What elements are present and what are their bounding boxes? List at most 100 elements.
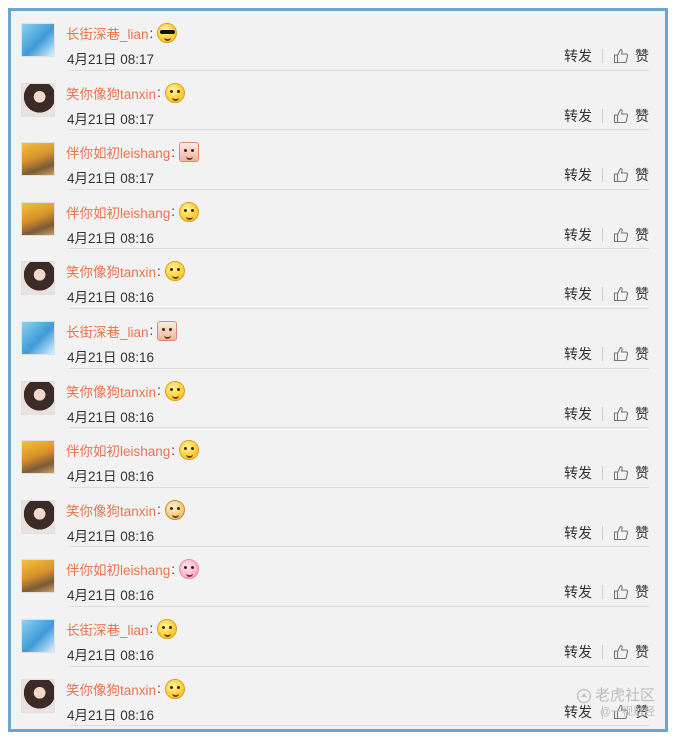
like-button[interactable]: 赞 [613, 344, 649, 364]
like-button[interactable]: 赞 [613, 106, 649, 126]
sticker-emoji-icon [157, 320, 178, 341]
thumbs-up-icon [613, 525, 629, 540]
username-link[interactable]: 笑你像狗tanxin [66, 381, 156, 401]
like-button[interactable]: 赞 [613, 225, 649, 245]
like-button[interactable]: 赞 [613, 284, 649, 304]
thumbs-up-icon [613, 168, 629, 183]
thumbs-up-icon [613, 585, 629, 600]
comment-row: 笑你像狗tanxin: 4月21日 08:16 转发 赞 [11, 488, 665, 548]
comment-row: 长街深巷_lian: 4月21日 08:16 转发 赞 [11, 309, 665, 369]
divider [602, 108, 603, 123]
like-button[interactable]: 赞 [613, 702, 649, 722]
thumbs-up-icon [613, 346, 629, 362]
repost-button[interactable]: 转发 [564, 106, 602, 126]
username-link[interactable]: 伴你如初leishang [66, 559, 170, 579]
like-button[interactable]: 赞 [613, 463, 649, 483]
thumbs-up-icon [613, 287, 629, 302]
username-link[interactable]: 笑你像狗tanxin [66, 261, 156, 281]
divider [602, 346, 603, 361]
avatar[interactable] [21, 82, 55, 117]
repost-button[interactable]: 转发 [564, 46, 602, 66]
avatar[interactable] [21, 320, 55, 355]
username-link[interactable]: 伴你如初leishang [66, 142, 170, 162]
thinking-emoji-icon [164, 380, 185, 401]
comment-timestamp: 4月21日 08:16 [67, 230, 155, 246]
comment-timestamp: 4月21日 08:16 [67, 409, 155, 425]
avatar[interactable] [21, 559, 55, 594]
comment-row: 笑你像狗tanxin: 4月21日 08:17 转发 赞 [11, 71, 665, 131]
username-link[interactable]: 笑你像狗tanxin [66, 500, 156, 520]
repost-button[interactable]: 转发 [564, 463, 602, 483]
comment-row: 伴你如初leishang: 4月21日 08:16 转发 赞 [11, 190, 665, 250]
like-button[interactable]: 赞 [613, 404, 649, 424]
repost-button[interactable]: 转发 [564, 582, 602, 602]
avatar[interactable] [21, 380, 55, 415]
comment-timestamp: 4月21日 08:17 [67, 171, 155, 187]
comment-timestamp: 4月21日 08:16 [67, 349, 155, 365]
like-label: 赞 [635, 167, 649, 184]
avatar[interactable] [21, 618, 55, 653]
comment-row: 伴你如初leishang: 4月21日 08:16 转发 赞 [11, 428, 665, 488]
comment-timestamp: 4月21日 08:16 [67, 647, 155, 663]
like-button[interactable]: 赞 [613, 523, 649, 543]
username-link[interactable]: 伴你如初leishang [66, 202, 170, 222]
avatar[interactable] [21, 261, 55, 296]
divider [602, 525, 603, 540]
comment-timestamp: 4月21日 08:16 [67, 707, 155, 723]
sunglasses-emoji-icon [157, 23, 178, 43]
comment-timestamp: 4月21日 08:17 [67, 52, 155, 67]
avatar[interactable] [21, 23, 55, 57]
username-link[interactable]: 长街深巷_lian [66, 619, 149, 639]
doge-emoji-icon [164, 499, 185, 520]
comment-row: 长街深巷_lian: 4月21日 08:16 转发 赞 [11, 607, 665, 667]
repost-button[interactable]: 转发 [564, 344, 602, 364]
avatar[interactable] [21, 440, 55, 475]
comment-list: 长街深巷_lian: 4月21日 08:17 转发 赞 笑你像狗tanxin: … [11, 11, 665, 726]
comment-timestamp: 4月21日 08:16 [67, 528, 155, 544]
comment-timestamp: 4月21日 08:17 [67, 111, 155, 127]
like-button[interactable]: 赞 [613, 46, 649, 66]
divider [602, 644, 603, 659]
like-label: 赞 [635, 465, 649, 482]
thumbs-up-icon [613, 108, 629, 123]
comment-timestamp: 4月21日 08:16 [67, 588, 155, 604]
thumbs-up-icon [613, 704, 629, 719]
like-button[interactable]: 赞 [613, 582, 649, 602]
thumbs-up-icon [613, 644, 629, 659]
heart-eyes-emoji-icon [164, 261, 185, 282]
avatar[interactable] [21, 142, 55, 177]
repost-button[interactable]: 转发 [564, 404, 602, 424]
comment-row: 长街深巷_lian: 4月21日 08:17 转发 赞 [11, 11, 665, 71]
avatar[interactable] [21, 499, 55, 534]
username-link[interactable]: 笑你像狗tanxin [66, 83, 156, 103]
comment-row: 伴你如初leishang: 4月21日 08:17 转发 赞 [11, 130, 665, 190]
thumbs-up-icon [613, 466, 629, 481]
thumbs-up-icon [613, 406, 629, 421]
username-link[interactable]: 长街深巷_lian [66, 321, 149, 341]
repost-button[interactable]: 转发 [564, 225, 602, 245]
avatar[interactable] [21, 201, 55, 236]
comment-row: 笑你像狗tanxin: 4月21日 08:16 转发 赞 [11, 369, 665, 429]
like-label: 赞 [635, 524, 649, 541]
repost-button[interactable]: 转发 [564, 165, 602, 185]
divider [602, 466, 603, 481]
avatar[interactable] [21, 678, 55, 713]
repost-button[interactable]: 转发 [564, 523, 602, 543]
username-link[interactable]: 笑你像狗tanxin [66, 679, 156, 699]
grin-emoji-icon [164, 678, 185, 699]
username-link[interactable]: 伴你如初leishang [66, 440, 170, 460]
like-button[interactable]: 赞 [613, 642, 649, 662]
comment-row: 笑你像狗tanxin: 4月21日 08:16 转发 赞 [11, 249, 665, 309]
repost-button[interactable]: 转发 [564, 702, 602, 722]
repost-button[interactable]: 转发 [564, 284, 602, 304]
giggle-emoji-icon [179, 201, 200, 222]
like-label: 赞 [635, 703, 649, 720]
username-link[interactable]: 长街深巷_lian [66, 23, 149, 43]
laughing-emoji-icon [164, 82, 185, 103]
like-button[interactable]: 赞 [613, 165, 649, 185]
comment-timestamp: 4月21日 08:16 [67, 290, 155, 306]
thumbs-up-icon [613, 48, 629, 64]
divider [602, 227, 603, 242]
repost-button[interactable]: 转发 [564, 642, 602, 662]
comment-timestamp: 4月21日 08:16 [67, 469, 155, 485]
